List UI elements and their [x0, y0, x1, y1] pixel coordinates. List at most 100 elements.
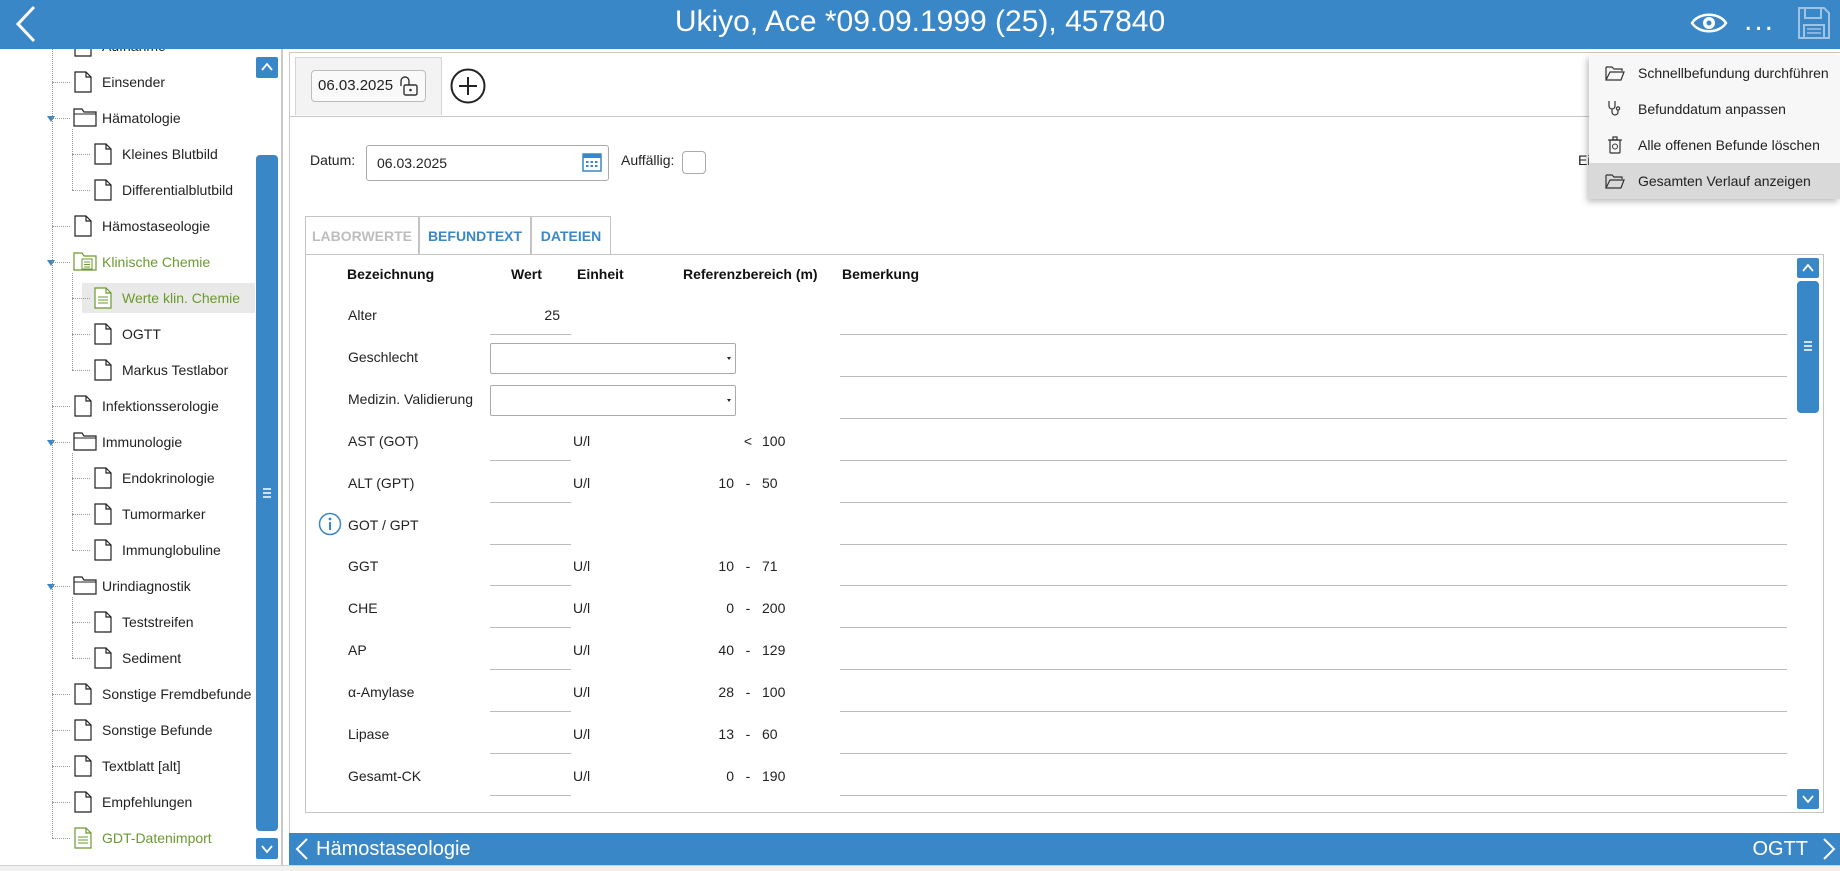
tree-item-label: Immunglobuline: [122, 542, 221, 558]
previous-section-link[interactable]: Hämostaseologie: [316, 833, 471, 865]
tree-item[interactable]: Sediment: [0, 643, 254, 673]
remark-input-underline[interactable]: [840, 417, 1787, 419]
tree-connector: [72, 273, 73, 370]
add-circle-icon[interactable]: [450, 68, 486, 104]
row-unit: U/l: [573, 474, 591, 491]
bottom-navigation-bar: Hämostaseologie OGTT: [289, 833, 1840, 865]
tree-item[interactable]: Hämatologie: [0, 103, 254, 133]
tree-item[interactable]: Sonstige Fremdbefunde: [0, 679, 254, 709]
tree-connector: [72, 658, 90, 659]
reference-separator: -: [745, 684, 751, 701]
remark-input-underline[interactable]: [840, 543, 1787, 545]
remark-input-underline[interactable]: [840, 375, 1787, 377]
remark-input-underline[interactable]: [840, 627, 1787, 629]
tree-item[interactable]: Differentialblutbild: [0, 175, 254, 205]
expand-triangle-icon[interactable]: [47, 116, 55, 122]
row-label: GGT: [348, 558, 379, 575]
panel-scroll-down-icon[interactable]: [1797, 789, 1819, 809]
tree-scroll-up-button[interactable]: [256, 57, 278, 78]
tree-item[interactable]: Kleines Blutbild: [0, 139, 254, 169]
folder-open-icon: [1605, 174, 1625, 189]
expand-triangle-icon[interactable]: [47, 584, 55, 590]
reference-separator: -: [745, 600, 751, 617]
tree-item[interactable]: Aufnahme: [0, 49, 254, 61]
save-disk-icon[interactable]: [1796, 5, 1832, 41]
tab-laborwerte[interactable]: LABORWERTE: [305, 216, 419, 254]
tree-item[interactable]: Immunologie: [0, 427, 254, 457]
row-label: α-Amylase: [348, 684, 415, 701]
tree-item[interactable]: OGTT: [0, 319, 254, 349]
tree-item[interactable]: Infektionsserologie: [0, 391, 254, 421]
tree-item[interactable]: Tumormarker: [0, 499, 254, 529]
value-input-underline[interactable]: [490, 669, 571, 671]
window-bottom-strip: [0, 865, 1840, 871]
tree-item[interactable]: Endokrinologie: [0, 463, 254, 493]
tree-item[interactable]: Werte klin. Chemie: [82, 283, 255, 313]
document-icon: [93, 359, 113, 381]
reference-separator: -: [745, 767, 751, 784]
value-input-underline[interactable]: [490, 501, 571, 503]
remark-input-underline[interactable]: [840, 753, 1787, 754]
auffaellig-checkbox[interactable]: [682, 151, 706, 174]
tab-befundtext[interactable]: BEFUNDTEXT: [419, 216, 531, 254]
tree-connector: [72, 334, 90, 335]
calendar-icon[interactable]: [582, 152, 602, 172]
remark-input-underline[interactable]: [840, 334, 1787, 335]
value-input-underline[interactable]: [490, 794, 571, 796]
row-select[interactable]: [490, 384, 736, 416]
more-options-button[interactable]: ...: [1744, 6, 1780, 42]
tree-item-label: Hämostaseologie: [102, 218, 211, 234]
tree-item[interactable]: Immunglobuline: [0, 535, 254, 565]
remark-input-underline[interactable]: [840, 501, 1787, 503]
folder-icon: [73, 431, 97, 453]
tree-item[interactable]: GDT-Datenimport: [0, 823, 254, 853]
date-chip[interactable]: 06.03.2025: [311, 70, 426, 102]
tab-dateien[interactable]: DATEIEN: [531, 216, 611, 254]
value-input-underline[interactable]: [490, 585, 571, 587]
tree-item[interactable]: Sonstige Befunde: [0, 715, 254, 745]
remark-input-underline[interactable]: [840, 711, 1787, 713]
value-input-underline[interactable]: [490, 543, 571, 545]
chevron-left-icon[interactable]: [295, 838, 309, 860]
remark-input-underline[interactable]: [840, 585, 1787, 587]
remark-input-underline[interactable]: [840, 669, 1787, 671]
panel-scrollbar-thumb[interactable]: [1797, 281, 1819, 413]
menu-item-befunde-loeschen[interactable]: Alle offenen Befunde löschen: [1589, 127, 1840, 163]
next-section-link[interactable]: OGTT: [1752, 833, 1808, 865]
expand-triangle-icon[interactable]: [47, 260, 55, 266]
tree-item-label: Empfehlungen: [102, 794, 193, 810]
tree-item[interactable]: Klinische Chemie: [0, 247, 254, 277]
menu-item-schnellbefundung[interactable]: Schnellbefundung durchführen: [1589, 55, 1840, 91]
value-input-underline[interactable]: [490, 334, 571, 335]
eye-icon[interactable]: [1690, 10, 1728, 36]
info-icon[interactable]: [318, 512, 342, 536]
row-value[interactable]: 25: [490, 307, 560, 323]
tree-item[interactable]: Urindiagnostik: [0, 571, 254, 601]
tree-item[interactable]: Empfehlungen: [0, 787, 254, 817]
row-label: Lipase: [348, 726, 390, 742]
tree-item[interactable]: Einsender: [0, 67, 254, 97]
tree-item[interactable]: Teststreifen: [0, 607, 254, 637]
document-icon: [73, 683, 93, 705]
tree-scrollbar-thumb[interactable]: [256, 155, 278, 831]
value-input-underline[interactable]: [490, 711, 571, 713]
expand-triangle-icon[interactable]: [47, 440, 55, 446]
menu-item-befunddatum[interactable]: Befunddatum anpassen: [1589, 91, 1840, 127]
tree-item[interactable]: Hämostaseologie: [0, 211, 254, 241]
chevron-right-icon[interactable]: [1822, 838, 1836, 860]
value-input-underline[interactable]: [490, 459, 571, 461]
reference-high: 129: [762, 642, 786, 659]
remark-input-underline[interactable]: [840, 794, 1787, 796]
value-input-underline[interactable]: [490, 753, 571, 754]
panel-scroll-up-icon[interactable]: [1797, 258, 1819, 278]
row-select[interactable]: [490, 342, 736, 374]
tree-item[interactable]: Textblatt [alt]: [0, 751, 254, 781]
remark-input-underline[interactable]: [840, 459, 1787, 461]
tree-item[interactable]: Markus Testlabor: [0, 355, 254, 385]
laborwerte-panel: [305, 254, 1824, 813]
menu-item-verlauf-anzeigen[interactable]: Gesamten Verlauf anzeigen: [1589, 163, 1840, 199]
datum-input[interactable]: 06.03.2025: [366, 145, 609, 181]
value-input-underline[interactable]: [490, 627, 571, 629]
title-bar: Ukiyo, Ace *09.09.1999 (25), 457840 ...: [0, 0, 1840, 49]
tree-scroll-down-button[interactable]: [256, 838, 278, 859]
